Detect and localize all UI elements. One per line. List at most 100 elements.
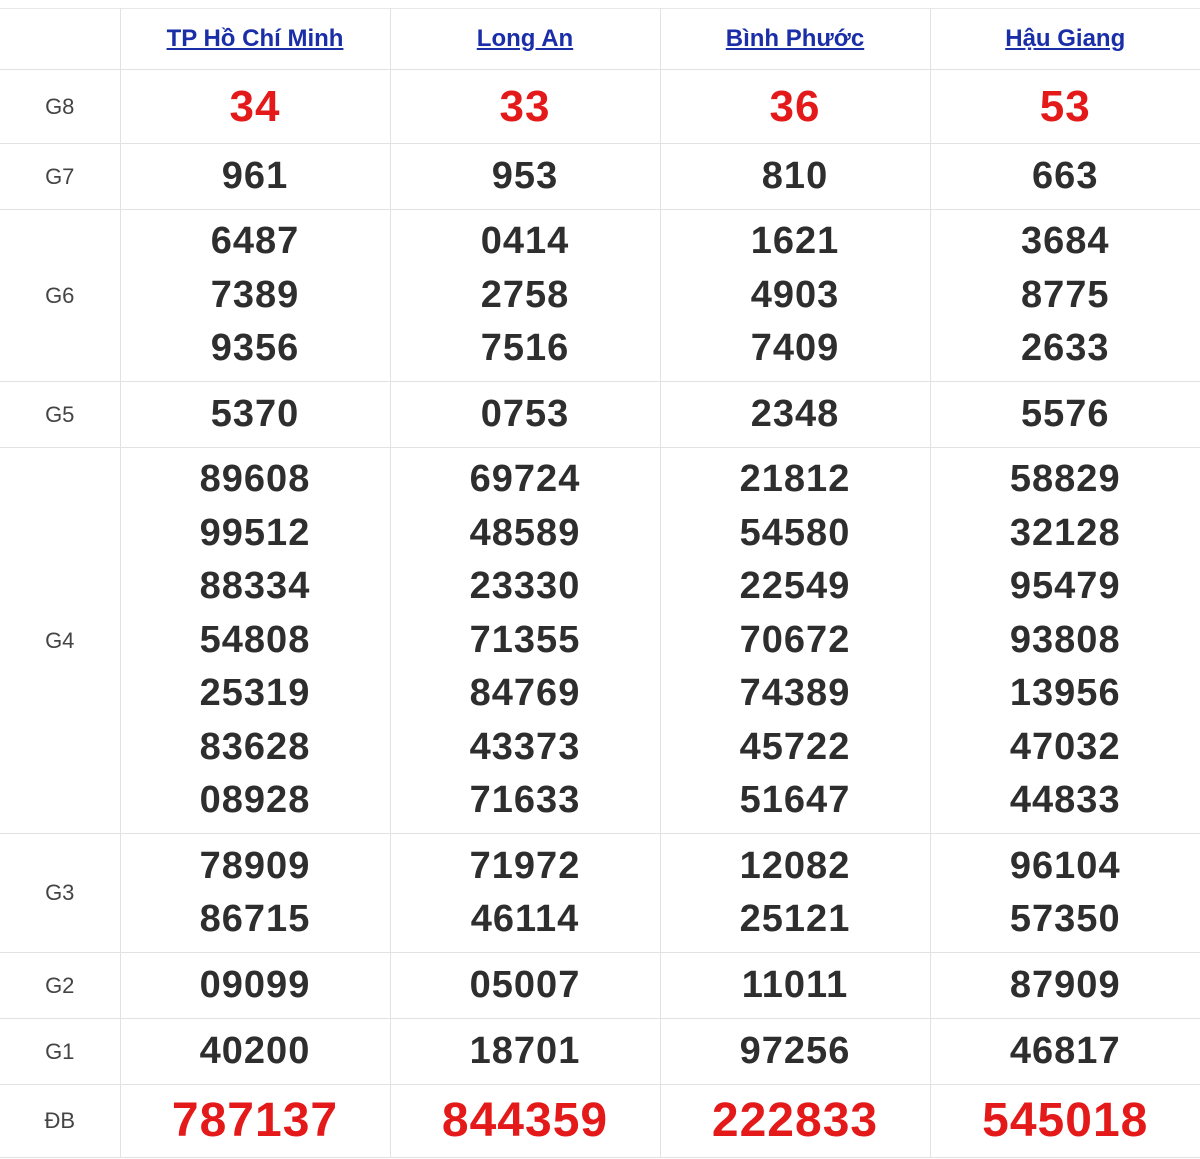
- result-number: 47032: [1009, 725, 1121, 768]
- prize-cell: 5576: [929, 381, 1200, 448]
- prize-label: G7: [0, 143, 121, 210]
- result-number: 58829: [1009, 458, 1121, 501]
- result-number: 545018: [982, 1094, 1149, 1148]
- result-number: 51647: [739, 779, 851, 822]
- prize-cell: 12082 25121: [659, 833, 931, 953]
- prize-row-g5: G5 5370 0753 2348 5576: [0, 381, 1200, 448]
- lottery-results-table: TP Hồ Chí Minh Long An Bình Phước Hậu Gi…: [0, 8, 1200, 1158]
- prize-cell: 1621 4903 7409: [659, 209, 931, 382]
- result-number: 36: [769, 81, 821, 131]
- prize-label-text: G2: [45, 972, 75, 998]
- prize-cell: 96104 57350: [929, 833, 1200, 953]
- result-number: 05007: [469, 963, 581, 1006]
- prize-cell: 09099: [119, 952, 391, 1019]
- province-link-binh-phuoc[interactable]: Bình Phước: [726, 25, 864, 52]
- result-number: 33: [499, 81, 551, 131]
- result-number: 71355: [469, 618, 581, 661]
- prize-label-text: G3: [45, 880, 75, 905]
- result-number: 46114: [470, 898, 580, 940]
- prize-row-g3: G3 78909 86715 71972 46114 12082 25121 9610…: [0, 833, 1200, 953]
- prize-cell: 0414 2758 7516: [389, 209, 661, 382]
- prize-cell: 21812 54580 22549 70672 74389 45722 51647: [659, 447, 931, 834]
- result-number: 9356: [210, 327, 300, 370]
- prize-cell: 222833: [659, 1084, 931, 1158]
- prize-cell: 58829 32128 95479 93808 13956 47032 44833: [929, 447, 1200, 834]
- result-number: 54580: [739, 511, 851, 554]
- result-number: 3684: [1020, 220, 1110, 263]
- prize-label: G1: [0, 1018, 121, 1085]
- prize-cell: 6487 7389 9356: [119, 209, 391, 382]
- result-number: 70672: [739, 618, 851, 661]
- result-number: 1621: [750, 220, 840, 263]
- province-header: Bình Phước: [659, 8, 931, 70]
- result-number: 2633: [1020, 327, 1110, 370]
- prize-cell: 11011: [659, 952, 931, 1019]
- result-number: 11011: [741, 963, 849, 1006]
- prize-cell: 05007: [389, 952, 661, 1019]
- result-number: 43373: [469, 725, 581, 768]
- prize-cell: 53: [929, 69, 1200, 144]
- province-link-tp-ho-chi-minh[interactable]: TP Hồ Chí Minh: [167, 25, 344, 52]
- prize-cell: 545018: [929, 1084, 1200, 1158]
- result-number: 34: [229, 81, 281, 131]
- prize-cell: 46817: [929, 1018, 1200, 1085]
- prize-label: G8: [0, 69, 121, 144]
- prize-row-g6: G6 6487 7389 9356 0414 2758 7516 1621 4903 740…: [0, 209, 1200, 382]
- result-number: 53: [1039, 81, 1091, 131]
- result-number: 78909: [199, 844, 311, 887]
- prize-row-g1: G1 40200 18701 97256 46817: [0, 1018, 1200, 1085]
- province-header: Long An: [389, 8, 661, 70]
- result-number: 40200: [199, 1029, 311, 1072]
- result-number: 5576: [1020, 392, 1110, 435]
- prize-label: G2: [0, 952, 121, 1019]
- result-number: 7389: [210, 273, 300, 316]
- result-number: 86715: [199, 898, 311, 940]
- result-number: 25319: [199, 672, 311, 715]
- prize-cell: 36: [659, 69, 931, 144]
- result-number: 8775: [1020, 273, 1110, 316]
- province-header: Hậu Giang: [929, 8, 1200, 70]
- prize-cell: 71972 46114: [389, 833, 661, 953]
- province-link-hau-giang[interactable]: Hậu Giang: [1005, 25, 1125, 52]
- prize-label: G5: [0, 381, 121, 448]
- prize-cell: 3684 8775 2633: [929, 209, 1200, 382]
- prize-cell: 33: [389, 69, 661, 144]
- province-header: TP Hồ Chí Minh: [119, 8, 391, 70]
- prize-cell: 40200: [119, 1018, 391, 1085]
- prize-cell: 0753: [389, 381, 661, 448]
- result-number: 95479: [1009, 565, 1121, 608]
- result-number: 09099: [199, 963, 311, 1006]
- prize-cell: 787137: [119, 1084, 391, 1158]
- province-header-row: TP Hồ Chí Minh Long An Bình Phước Hậu Gi…: [0, 8, 1200, 70]
- result-number: 12082: [739, 844, 851, 887]
- result-number: 48589: [469, 511, 581, 554]
- result-number: 7516: [480, 327, 570, 370]
- result-number: 45722: [739, 725, 851, 768]
- prize-row-g4: G4 89608 99512 88334 54808 25319 83628 08928 6…: [0, 447, 1200, 834]
- prize-cell: 961: [119, 143, 391, 210]
- result-number: 89608: [199, 458, 311, 501]
- prize-cell: 69724 48589 23330 71355 84769 43373 71633: [389, 447, 661, 834]
- result-number: 08928: [199, 779, 311, 822]
- result-number: 71633: [469, 779, 581, 822]
- prize-cell: 87909: [929, 952, 1200, 1019]
- corner-cell: [0, 8, 121, 70]
- result-number: 69724: [469, 458, 581, 501]
- prize-body: G8 34 33 36 53 G7 961 953 810 663 G6 648…: [0, 69, 1200, 1158]
- prize-label-text: G6: [45, 282, 75, 308]
- prize-cell: 953: [389, 143, 661, 210]
- prize-label-text: G5: [45, 401, 75, 427]
- result-number: 97256: [739, 1029, 851, 1072]
- prize-cell: 34: [119, 69, 391, 144]
- result-number: 844359: [441, 1094, 609, 1148]
- result-number: 84769: [469, 672, 581, 715]
- result-number: 88334: [199, 565, 311, 608]
- result-number: 21812: [739, 458, 851, 501]
- province-link-long-an[interactable]: Long An: [477, 25, 573, 52]
- result-number: 810: [761, 154, 829, 197]
- result-number: 961: [221, 154, 289, 197]
- prize-row-g2: G2 09099 05007 11011 87909: [0, 952, 1200, 1019]
- result-number: 99512: [199, 511, 311, 554]
- prize-cell: 78909 86715: [119, 833, 391, 953]
- result-number: 2348: [750, 392, 840, 435]
